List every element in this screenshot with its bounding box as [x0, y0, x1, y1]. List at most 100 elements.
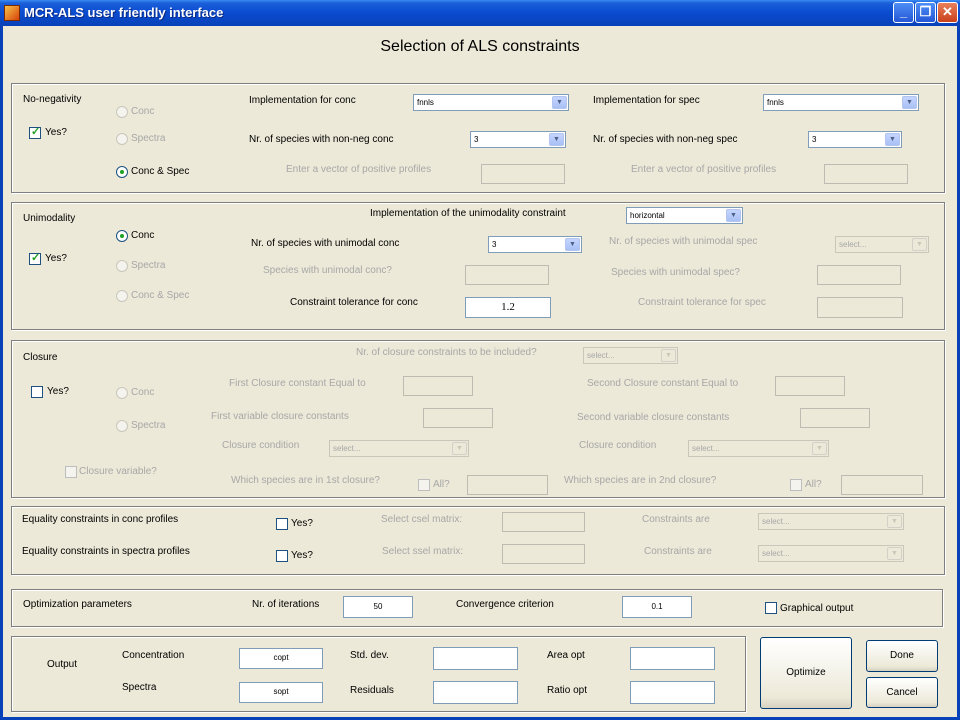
- unimod-both-label: Conc & Spec: [131, 290, 190, 301]
- output-conc-input[interactable]: copt: [239, 648, 323, 669]
- closure-which2-input[interactable]: [841, 475, 923, 495]
- nonneg-vec-spec-input[interactable]: [824, 164, 908, 184]
- equality-spec-label: Equality constraints in spectra profiles: [22, 546, 190, 557]
- unimod-nr-conc-select[interactable]: 3 ▼: [488, 236, 582, 253]
- maximize-button[interactable]: ❐: [915, 2, 936, 23]
- optim-conv-input[interactable]: 0.1: [622, 596, 692, 618]
- equality-conc-checkbox[interactable]: [276, 518, 288, 530]
- output-ratio-label: Ratio opt: [547, 685, 588, 696]
- output-std-input[interactable]: [433, 647, 518, 670]
- done-button[interactable]: Done: [866, 640, 938, 672]
- closure-nr-select[interactable]: select... ▼: [583, 347, 678, 364]
- window-title: MCR-ALS user friendly interface: [24, 5, 224, 20]
- chevron-down-icon: ▼: [452, 442, 467, 455]
- closure-which1-input[interactable]: [467, 475, 548, 495]
- closure-conc-radio[interactable]: [116, 387, 128, 399]
- chevron-down-icon: ▼: [565, 238, 580, 251]
- closure-spectra-radio[interactable]: [116, 420, 128, 432]
- equality-are2-select[interactable]: select... ▼: [758, 545, 904, 562]
- closure-spectra-label: Spectra: [131, 420, 166, 431]
- graphical-output-checkbox[interactable]: [765, 602, 777, 614]
- closure-second-var-input[interactable]: [800, 408, 870, 428]
- unimod-tol-spec-input[interactable]: [817, 297, 903, 318]
- nonneg-yes-checkbox[interactable]: [29, 125, 41, 139]
- closure-conc-label: Conc: [131, 387, 155, 398]
- equality-are1-select[interactable]: select... ▼: [758, 513, 904, 530]
- closure-yes-label: Yes?: [47, 386, 69, 397]
- unimod-nr-spec-label: Nr. of species with unimodal spec: [609, 236, 758, 247]
- closure-variable-checkbox[interactable]: [65, 466, 77, 478]
- nonneg-impl-spec-label: Implementation for spec: [593, 95, 700, 106]
- nonneg-spectra-radio[interactable]: [116, 133, 128, 145]
- closure-first-eq-input[interactable]: [403, 376, 473, 396]
- equality-csel-label: Select csel matrix:: [381, 514, 463, 525]
- cancel-button[interactable]: Cancel: [866, 677, 938, 708]
- nonneg-nr-spec-select[interactable]: 3 ▼: [808, 131, 902, 148]
- nonneg-yes-label: Yes?: [45, 127, 67, 138]
- unimod-tol-conc-input[interactable]: 1.2: [465, 297, 551, 318]
- unimod-sp-conc-input[interactable]: [465, 265, 549, 285]
- unimod-conc-label: Conc: [131, 230, 155, 241]
- unimod-nr-spec-select[interactable]: select... ▼: [835, 236, 929, 253]
- chevron-down-icon: ▼: [902, 96, 917, 109]
- output-res-input[interactable]: [433, 681, 518, 704]
- closure-all2-checkbox[interactable]: [790, 479, 802, 491]
- closure-cond2-select[interactable]: select... ▼: [688, 440, 829, 457]
- nonneg-impl-conc-select[interactable]: fnnls ▼: [413, 94, 569, 111]
- nonneg-vec-conc-input[interactable]: [481, 164, 565, 184]
- closure-cond1-select[interactable]: select... ▼: [329, 440, 469, 457]
- title-bar[interactable]: MCR-ALS user friendly interface _ ❐ ✕: [0, 0, 960, 26]
- equality-csel-input[interactable]: [502, 512, 585, 532]
- closure-all1-checkbox[interactable]: [418, 479, 430, 491]
- closure-all1-label: All?: [433, 479, 450, 490]
- selected-value: select...: [587, 351, 615, 360]
- output-spec-input[interactable]: sopt: [239, 682, 323, 703]
- optimize-button[interactable]: Optimize: [760, 637, 852, 709]
- output-title: Output: [47, 659, 78, 670]
- nonneg-impl-spec-select[interactable]: fnnls ▼: [763, 94, 919, 111]
- unimod-yes-label: Yes?: [45, 253, 67, 264]
- nonneg-nr-conc-label: Nr. of species with non-neg conc: [249, 134, 394, 145]
- unimod-conc-radio[interactable]: [116, 230, 128, 242]
- unimod-impl-select[interactable]: horizontal ▼: [626, 207, 743, 224]
- optim-title: Optimization parameters: [23, 599, 132, 610]
- chevron-down-icon: ▼: [887, 547, 902, 560]
- closure-second-var-label: Second variable closure constants: [577, 412, 730, 423]
- equality-spec-checkbox[interactable]: [276, 550, 288, 562]
- selected-value: select...: [762, 549, 790, 558]
- unimod-both-radio[interactable]: [116, 290, 128, 302]
- closure-cond1-label: Closure condition: [222, 440, 300, 451]
- output-area-input[interactable]: [630, 647, 715, 670]
- output-std-label: Std. dev.: [350, 650, 389, 661]
- output-ratio-input[interactable]: [630, 681, 715, 704]
- nonneg-nr-spec-label: Nr. of species with non-neg spec: [593, 134, 738, 145]
- equality-ssel-input[interactable]: [502, 544, 585, 564]
- unimod-sp-spec-input[interactable]: [817, 265, 901, 285]
- equality-spec-yes-label: Yes?: [291, 550, 313, 561]
- closure-second-eq-input[interactable]: [775, 376, 845, 396]
- nonneg-conc-radio[interactable]: [116, 106, 128, 118]
- closure-yes-checkbox[interactable]: [31, 386, 43, 398]
- chevron-down-icon: ▼: [552, 96, 567, 109]
- unimod-yes-checkbox[interactable]: [29, 251, 41, 265]
- selected-value: fnnls: [767, 98, 784, 107]
- closure-variable-label: Closure variable?: [79, 466, 157, 477]
- optim-iter-input[interactable]: 50: [343, 596, 413, 618]
- nonneg-both-radio[interactable]: [116, 166, 128, 178]
- selected-value: fnnls: [417, 98, 434, 107]
- selected-value: select...: [839, 240, 867, 249]
- chevron-down-icon: ▼: [812, 442, 827, 455]
- nonneg-vec-spec-label: Enter a vector of positive profiles: [631, 164, 777, 175]
- closure-which2-label: Which species are in 2nd closure?: [564, 475, 717, 486]
- chevron-down-icon: ▼: [912, 238, 927, 251]
- nonneg-nr-conc-select[interactable]: 3 ▼: [470, 131, 566, 148]
- minimize-button[interactable]: _: [893, 2, 914, 23]
- output-area-label: Area opt: [547, 650, 585, 661]
- unimod-sp-conc-label: Species with unimodal conc?: [263, 265, 392, 276]
- closure-all2-label: All?: [805, 479, 822, 490]
- unimod-spectra-radio[interactable]: [116, 260, 128, 272]
- unimod-nr-conc-label: Nr. of species with unimodal conc: [251, 238, 400, 249]
- chevron-down-icon: ▼: [885, 133, 900, 146]
- closure-first-var-input[interactable]: [423, 408, 493, 428]
- close-button[interactable]: ✕: [937, 2, 958, 23]
